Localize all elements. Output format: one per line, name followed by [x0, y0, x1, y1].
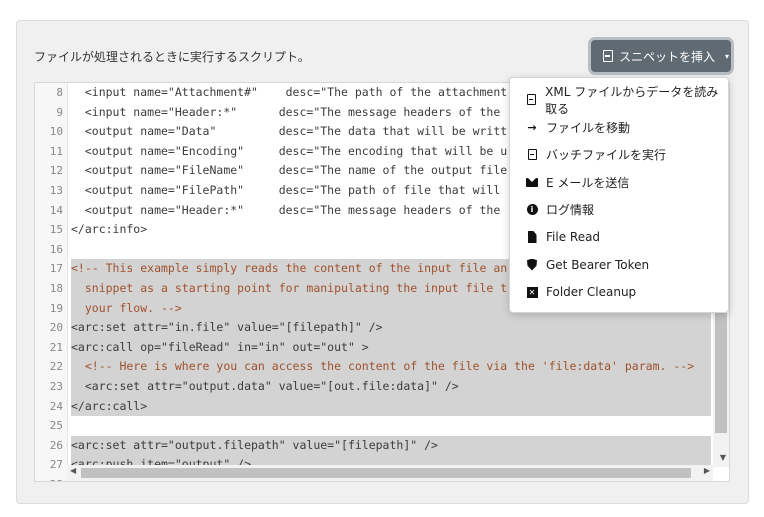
line-number: 8 [56, 86, 63, 99]
snippet-menu-item[interactable]: → ファイルを移動 [510, 114, 728, 141]
line-number: 12 [49, 164, 63, 178]
insert-snippet-button[interactable]: スニペットを挿入 ▾ [591, 40, 731, 72]
line-number: 18 [49, 282, 63, 295]
line-number: 27 [49, 458, 63, 472]
snippet-menu-item[interactable]: File Read [510, 224, 728, 251]
code-text: </arc:call> [71, 396, 711, 417]
file-code-icon [526, 149, 538, 161]
line-number: 20 [49, 321, 63, 335]
chevron-down-icon: ▾ [725, 51, 730, 61]
line-number: 16 [49, 242, 63, 256]
line-number: 11 [49, 144, 63, 158]
snippet-menu-item-label: E メールを送信 [546, 175, 630, 190]
shield-icon [526, 258, 538, 271]
line-number: 28 [35, 475, 63, 481]
code-text: <arc:call op="fileRead" in="in" out="out… [71, 337, 711, 358]
snippet-menu-item-label: File Read [546, 230, 601, 244]
line-number: 23 [49, 380, 63, 393]
snippet-menu-item[interactable]: E メールを送信 [510, 169, 728, 196]
file-icon [526, 231, 538, 243]
horizontal-scroll-thumb[interactable] [81, 468, 691, 478]
code-line[interactable]: 23 <arc:set attr="output.data" value="[o… [35, 377, 729, 397]
vertical-scroll-thumb[interactable] [715, 313, 727, 433]
code-line[interactable]: 22 <!-- Here is where you can access the… [35, 357, 729, 377]
line-number: 26 [49, 438, 63, 452]
snippet-menu-item-label: ログ情報 [546, 203, 595, 217]
code-text: <arc:set attr="output.filepath" value="[… [71, 435, 711, 456]
snippet-dropdown-menu: XML ファイルからデータを読み取る → ファイルを移動バッチファイルを実行 E メー… [509, 77, 729, 313]
code-text: <!-- Here is where you can access the co… [71, 357, 711, 377]
line-number: 19 [49, 301, 63, 315]
scroll-left-icon[interactable]: ◀ [70, 466, 76, 475]
scroll-down-icon[interactable]: ▼ [720, 453, 726, 462]
line-number: 25 [49, 419, 63, 433]
code-line[interactable]: 20 <arc:set attr="in.file" value="[filepa… [35, 318, 729, 338]
line-number: 21 [49, 340, 63, 354]
snippet-menu-item[interactable]: XML ファイルからデータを読み取る [510, 85, 728, 116]
line-number: 24 [49, 399, 63, 413]
envelope-icon [526, 176, 538, 188]
code-line[interactable]: 26 <arc:set attr="output.filepath" value=… [35, 435, 729, 456]
x-square-icon: ✕ [526, 286, 538, 298]
line-number: 15 [49, 223, 63, 237]
file-code-icon [603, 50, 613, 62]
code-line[interactable]: 25 [35, 416, 729, 436]
snippet-menu-item-label: バッチファイルを実行 [546, 148, 667, 162]
code-text: <arc:set attr="output.data" value="[out.… [71, 377, 711, 397]
snippet-menu-item[interactable]: Get Bearer Token [510, 251, 728, 278]
snippet-menu-item[interactable]: i ログ情報 [510, 196, 728, 223]
snippet-menu-item[interactable]: バッチファイルを実行 [510, 141, 728, 168]
info-circle-icon: i [526, 204, 538, 216]
line-number: 10 [49, 125, 63, 139]
snippet-menu-item-label: ファイルを移動 [546, 120, 631, 135]
script-description: ファイルが処理されるときに実行するスクリプト。 [34, 50, 310, 64]
code-text: <arc:set attr="in.file" value="[filepath… [71, 318, 711, 338]
code-line[interactable]: 24 </arc:call> [35, 396, 729, 417]
code-line[interactable]: 21 <arc:call op="fileRead" in="in" out="o… [35, 337, 729, 358]
snippet-menu-item-label: Get Bearer Token [546, 257, 650, 272]
snippet-menu-item-label: XML ファイルからデータを読み取る [545, 84, 719, 116]
line-number: 13 [49, 184, 63, 197]
file-code-icon [526, 94, 537, 106]
line-number: 17 [49, 262, 63, 276]
snippet-menu-item[interactable]: ✕ Folder Cleanup [510, 279, 728, 306]
snippet-menu-item-label: Folder Cleanup [546, 285, 637, 299]
scroll-right-icon[interactable]: ▶ [704, 466, 710, 475]
arrow-right-icon: → [527, 120, 537, 134]
line-number: 14 [49, 203, 63, 217]
horizontal-scrollbar[interactable]: ◀ ▶ [67, 465, 713, 481]
line-number: 9 [56, 105, 63, 119]
insert-snippet-label: スニペットを挿入 [619, 49, 716, 64]
line-number: 22 [49, 360, 63, 374]
